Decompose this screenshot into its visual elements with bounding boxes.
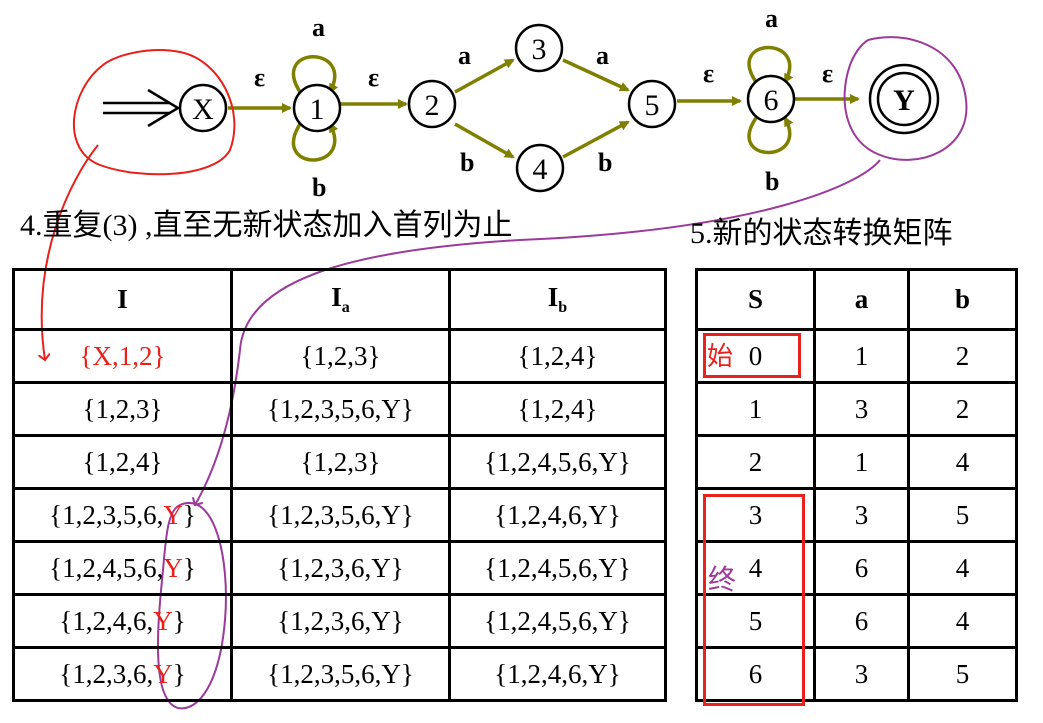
label-5-6: ε [703,59,714,88]
subset-row: {1,2,4,6,Y} {1,2,3,6,Y} {1,2,4,5,6,Y} [12,593,667,649]
cell-ib: {1,2,4} [448,381,667,437]
cell-ia: {1,2,3} [230,434,451,490]
cell-i: {1,2,4} [12,434,233,490]
cell-ib: {1,2,4} [448,328,667,384]
cell-b: 2 [907,328,1018,384]
cell-a: 1 [813,328,910,384]
cell-ib: {1,2,4,6,Y} [448,646,667,702]
header-a: a [813,268,910,331]
cell-ia: {1,2,3,5,6,Y} [230,381,451,437]
cell-ib: {1,2,4,5,6,Y} [448,540,667,596]
cell-i: {1,2,3,5,6,Y} [12,487,233,543]
state-label: 6 [764,84,779,117]
cell-a: 3 [813,487,910,543]
cell-ib: {1,2,4,5,6,Y} [448,593,667,649]
cell-ia: {1,2,3} [230,328,451,384]
label-1-loop-a: a [312,13,325,42]
cell-i: {1,2,3,6,Y} [12,646,233,702]
cell-i: {X,1,2} [12,328,233,384]
header-ib: Ib [448,268,667,331]
label-3-5: a [596,41,609,70]
cell-i: {1,2,3} [12,381,233,437]
cell-a: 1 [813,434,910,490]
start-arrow [103,88,181,128]
cell-ib: {1,2,4,6,Y} [448,487,667,543]
state-label: 1 [310,93,325,126]
final-states-box [703,494,805,706]
label-4-5: b [598,148,612,177]
states [178,23,940,193]
cell-b: 4 [907,593,1018,649]
state-label: 2 [425,89,440,122]
label-2-3: a [458,41,471,70]
label-6-loop-b: b [765,167,779,196]
cell-ib: {1,2,4,5,6,Y} [448,434,667,490]
start-note: 始 [707,342,734,372]
subset-row: {1,2,3,5,6,Y} {1,2,3,5,6,Y} {1,2,4,6,Y} [12,487,667,543]
cell-b: 2 [907,381,1018,437]
state-label: 4 [533,153,548,186]
header-s: S [695,268,816,331]
subset-table: I Ia Ib {X,1,2} {1,2,3} {1,2,4} {1,2,3} {1,2… [12,268,667,702]
subset-row: {1,2,4,5,6,Y} {1,2,3,6,Y} {1,2,4,5,6,Y} [12,540,667,596]
step4-caption: 4.重复(3) ,直至无新状态加入首列为止 [20,209,513,242]
cell-b: 4 [907,540,1018,596]
subset-row: {X,1,2} {1,2,3} {1,2,4} [12,328,667,384]
header-ia: Ia [230,268,451,331]
label-2-4: b [460,148,474,177]
header-i: I [12,268,233,331]
cell-s: 2 [695,434,816,490]
label-x-1: ε [254,63,265,92]
state-label: X [192,93,214,126]
cell-ia: {1,2,3,6,Y} [230,540,451,596]
cell-b: 5 [907,487,1018,543]
label-1-loop-b: b [312,173,326,202]
state-label: Y [893,84,915,117]
cell-a: 3 [813,646,910,702]
cell-a: 6 [813,593,910,649]
cell-i: {1,2,4,5,6,Y} [12,540,233,596]
cell-ia: {1,2,3,5,6,Y} [230,487,451,543]
label-1-2: ε [368,63,379,92]
step5-caption: 5.新的状态转换矩阵 [690,217,953,250]
cell-i: {1,2,4,6,Y} [12,593,233,649]
state-label: 3 [532,33,547,66]
subset-row: {1,2,3} {1,2,3,5,6,Y} {1,2,4} [12,381,667,437]
cell-b: 4 [907,434,1018,490]
label-6-y: ε [822,59,833,88]
state-label: 5 [645,89,660,122]
matrix-row: 132 [695,381,1018,437]
cell-s: 1 [695,381,816,437]
cell-b: 5 [907,646,1018,702]
header-b: b [907,268,1018,331]
cell-a: 6 [813,540,910,596]
matrix-row: 214 [695,434,1018,490]
label-6-loop-a: a [765,4,778,33]
cell-a: 3 [813,381,910,437]
cell-ia: {1,2,3,5,6,Y} [230,646,451,702]
subset-row: {1,2,3,6,Y} {1,2,3,5,6,Y} {1,2,4,6,Y} [12,646,667,702]
subset-row: {1,2,4} {1,2,3} {1,2,4,5,6,Y} [12,434,667,490]
final-note: 终 [708,563,737,596]
edge-4-5 [562,120,630,159]
cell-ia: {1,2,3,6,Y} [230,593,451,649]
